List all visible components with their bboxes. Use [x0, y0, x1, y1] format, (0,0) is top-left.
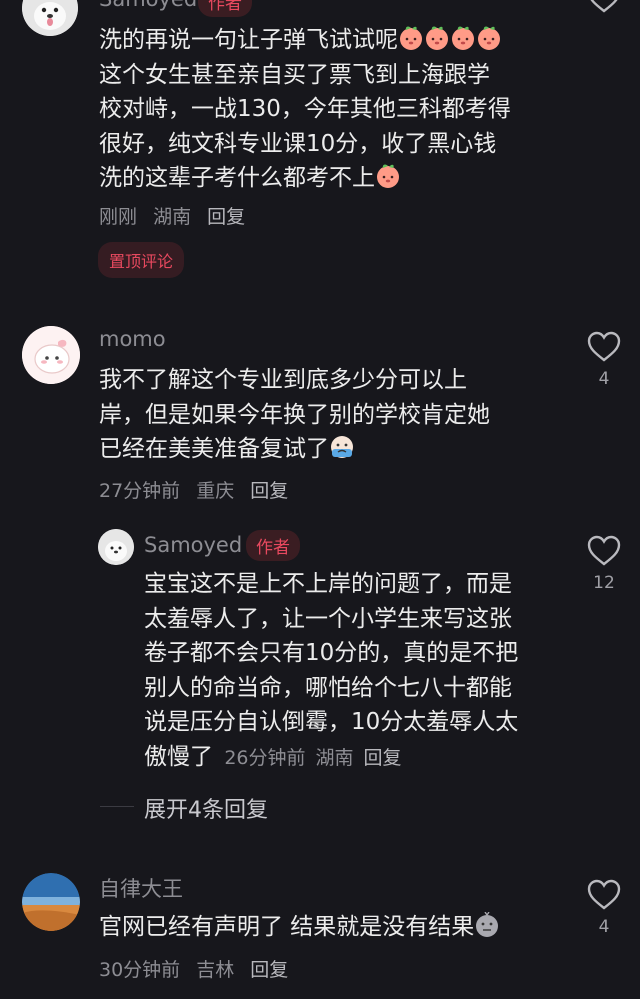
heart-outline-icon	[587, 879, 621, 910]
comment-line: 这个女生甚至亲自买了票飞到上海跟学	[99, 61, 490, 88]
speechless-emoji-icon	[474, 912, 500, 940]
comment-line: 洗的这辈子考什么都考不上	[99, 165, 375, 191]
author-badge: 作者	[198, 0, 252, 17]
reply-button[interactable]: 回复	[250, 480, 288, 502]
comment-line: 太羞辱人了，让一个小学生来写这张	[144, 605, 512, 632]
comment-meta: 刚刚 湖南 回复	[99, 202, 255, 229]
like-button[interactable]: 4	[584, 331, 624, 389]
like-count: 4	[598, 369, 610, 389]
comment-line: 说是压分自认倒霉，10分太羞辱人太	[144, 709, 519, 735]
avatar[interactable]	[22, 873, 80, 931]
comment-line: 别人的命当命，哪怕给个七八十都能	[144, 674, 512, 701]
peach-face-emoji-icon	[476, 26, 502, 53]
peach-face-emoji-icon	[450, 26, 476, 53]
comment-line: 岸，但是如果今年换了别的学校肯定她	[99, 401, 490, 428]
peach-face-emoji-icon	[375, 164, 401, 191]
comment-line: 我不了解这个专业到底多少分可以上	[99, 367, 467, 393]
comment-location: 重庆	[196, 480, 235, 502]
commenter-name[interactable]: momo	[99, 327, 166, 351]
commenter-name[interactable]: Samoyed	[99, 0, 197, 11]
comment-line: 傲慢了	[144, 743, 213, 770]
author-badge: 作者	[246, 530, 300, 561]
comment-text: 我不了解这个专业到底多少分可以上 岸，但是如果今年换了别的学校肯定她 已经在美美…	[99, 363, 569, 467]
comment-meta: 30分钟前 吉林 回复	[99, 955, 298, 982]
reply-button[interactable]: 回复	[250, 959, 288, 981]
pinned-comment-label: 置顶评论	[98, 242, 185, 278]
comment-line: 官网已经有声明了 结果就是没有结果	[99, 914, 475, 940]
like-button[interactable]	[584, 0, 624, 18]
heart-outline-icon	[587, 331, 621, 362]
comment-line: 已经在美美准备复试了	[99, 436, 329, 462]
comment-line: 宝宝这不是上不上岸的问题了，而是	[144, 571, 512, 597]
crying-emoji-icon	[329, 436, 355, 462]
comment-location: 吉林	[196, 959, 235, 981]
peach-face-emoji-icon	[398, 26, 424, 53]
commenter-name[interactable]: 自律大王	[99, 873, 183, 903]
commenter-name[interactable]: Samoyed	[144, 533, 242, 557]
avatar[interactable]	[22, 0, 78, 36]
comment-line: 校对峙，一战130，今年其他三科都考得	[99, 96, 511, 122]
avatar[interactable]	[22, 326, 80, 384]
comment-location: 湖南	[153, 206, 192, 228]
like-button[interactable]: 4	[584, 879, 624, 937]
comment-line: 很好，纯文科专业课10分，收了黑心钱	[99, 130, 497, 157]
like-count: 4	[598, 917, 610, 937]
like-button[interactable]: 12	[584, 535, 624, 593]
comment-meta: 27分钟前 重庆 回复	[99, 476, 298, 503]
reply-button[interactable]: 回复	[207, 206, 245, 228]
avatar[interactable]	[98, 529, 134, 565]
comment-line: 洗的再说一句让子弹飞试试呢	[99, 27, 398, 53]
heart-outline-icon	[587, 535, 621, 566]
comment-text: 官网已经有声明了 结果就是没有结果	[99, 910, 579, 945]
comment-text: 洗的再说一句让子弹飞试试呢 这个女生甚至亲自买了票飞到上海跟学 校对峙，一战13…	[99, 23, 579, 196]
peach-face-emoji-icon	[424, 26, 450, 53]
comment-location: 湖南	[315, 746, 354, 769]
comment-time: 27分钟前	[99, 480, 181, 502]
comment-time: 刚刚	[99, 206, 138, 228]
like-count: 12	[593, 573, 615, 593]
comment-time: 30分钟前	[99, 959, 181, 981]
heart-outline-icon	[590, 0, 618, 13]
comment-line: 卷子都不会只有10分的，真的是不把	[144, 640, 519, 666]
reply-button[interactable]: 回复	[364, 747, 402, 769]
expand-divider	[100, 806, 134, 807]
expand-replies-button[interactable]: 展开4条回复	[144, 792, 268, 824]
comment-time: 26分钟前	[224, 746, 306, 769]
comment-text: 宝宝这不是上不上岸的问题了，而是 太羞辱人了，让一个小学生来写这张 卷子都不会只…	[144, 567, 574, 775]
